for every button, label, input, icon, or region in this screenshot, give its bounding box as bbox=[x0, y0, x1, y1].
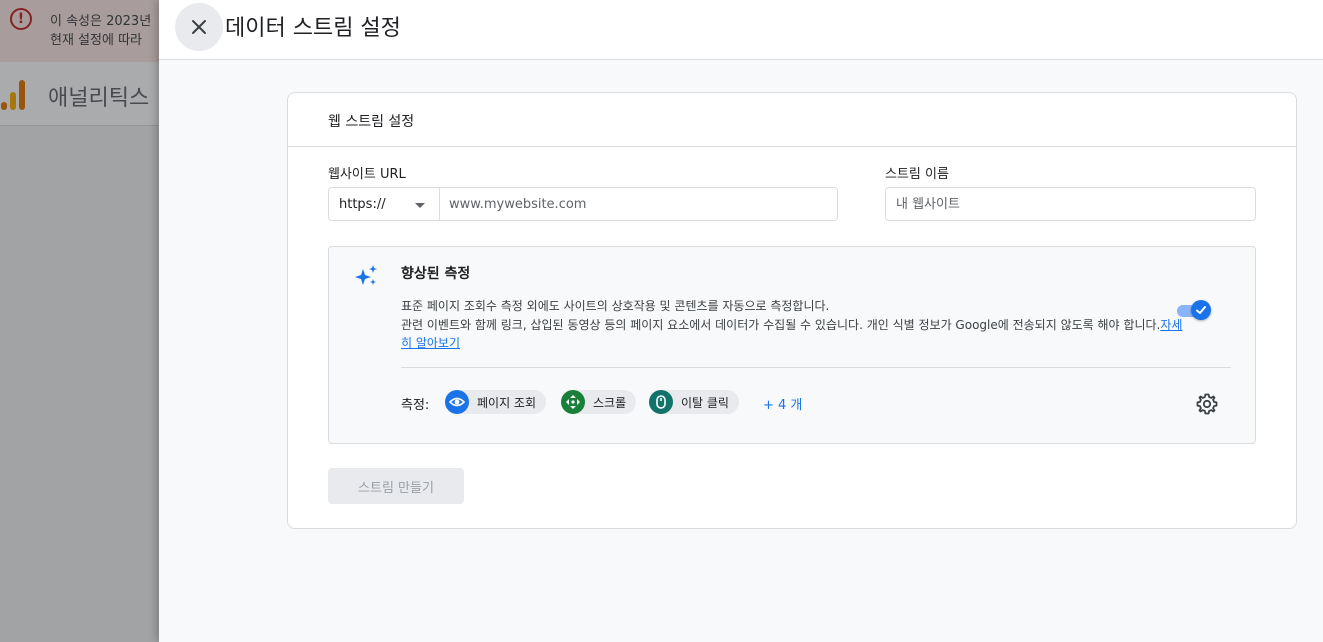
enhanced-measurement-description: 표준 페이지 조회수 측정 외에도 사이트의 상호작용 및 콘텐츠를 자동으로 … bbox=[401, 297, 1191, 353]
check-icon bbox=[1191, 300, 1211, 320]
enhanced-measurement-panel: 향상된 측정 표준 페이지 조회수 측정 외에도 사이트의 상호작용 및 콘텐츠… bbox=[328, 246, 1256, 444]
close-button[interactable] bbox=[175, 3, 223, 51]
chip-label: 페이지 조회 bbox=[477, 395, 537, 410]
eye-icon bbox=[445, 390, 469, 414]
protocol-select[interactable]: https:// bbox=[328, 187, 440, 221]
stream-settings-sheet: 데이터 스트림 설정 웹 스트림 설정 웹사이트 URL https:// 스트… bbox=[159, 0, 1323, 642]
protocol-value: https:// bbox=[339, 197, 386, 212]
website-url-label: 웹사이트 URL bbox=[328, 167, 406, 182]
stream-name-input[interactable] bbox=[885, 187, 1256, 221]
chip-label: 스크롤 bbox=[593, 395, 627, 410]
scroll-icon bbox=[561, 390, 585, 414]
description-line2: 관련 이벤트와 함께 링크, 삽입된 동영상 등의 페이지 요소에서 데이터가 … bbox=[401, 317, 1161, 332]
dropdown-arrow-icon bbox=[415, 203, 425, 208]
mouse-icon bbox=[649, 390, 673, 414]
stream-name-label: 스트림 이름 bbox=[885, 167, 949, 182]
sparkle-icon bbox=[355, 265, 377, 285]
close-icon bbox=[192, 20, 206, 34]
chip-outbound-clicks: 이탈 클릭 bbox=[649, 390, 739, 414]
enhanced-measurement-toggle[interactable] bbox=[1175, 299, 1213, 321]
card-title: 웹 스트림 설정 bbox=[328, 114, 415, 130]
description-line1: 표준 페이지 조회수 측정 외에도 사이트의 상호작용 및 콘텐츠를 자동으로 … bbox=[401, 299, 830, 313]
chip-page-views: 페이지 조회 bbox=[445, 390, 547, 414]
chip-label: 이탈 클릭 bbox=[681, 395, 729, 410]
website-url-input[interactable] bbox=[439, 187, 838, 221]
web-stream-card: 웹 스트림 설정 웹사이트 URL https:// 스트림 이름 향상된 측정… bbox=[287, 92, 1297, 529]
divider bbox=[288, 146, 1296, 147]
sheet-header: 데이터 스트림 설정 bbox=[159, 0, 1323, 60]
divider bbox=[401, 367, 1231, 368]
more-measurements-link[interactable]: + 4 개 bbox=[763, 394, 802, 413]
measuring-label: 측정: bbox=[401, 398, 430, 413]
enhanced-measurement-title: 향상된 측정 bbox=[401, 266, 471, 282]
gear-icon[interactable] bbox=[1195, 392, 1219, 416]
create-stream-button[interactable]: 스트림 만들기 bbox=[328, 468, 464, 504]
page-title: 데이터 스트림 설정 bbox=[225, 16, 401, 41]
chip-scrolls: 스크롤 bbox=[561, 390, 637, 414]
